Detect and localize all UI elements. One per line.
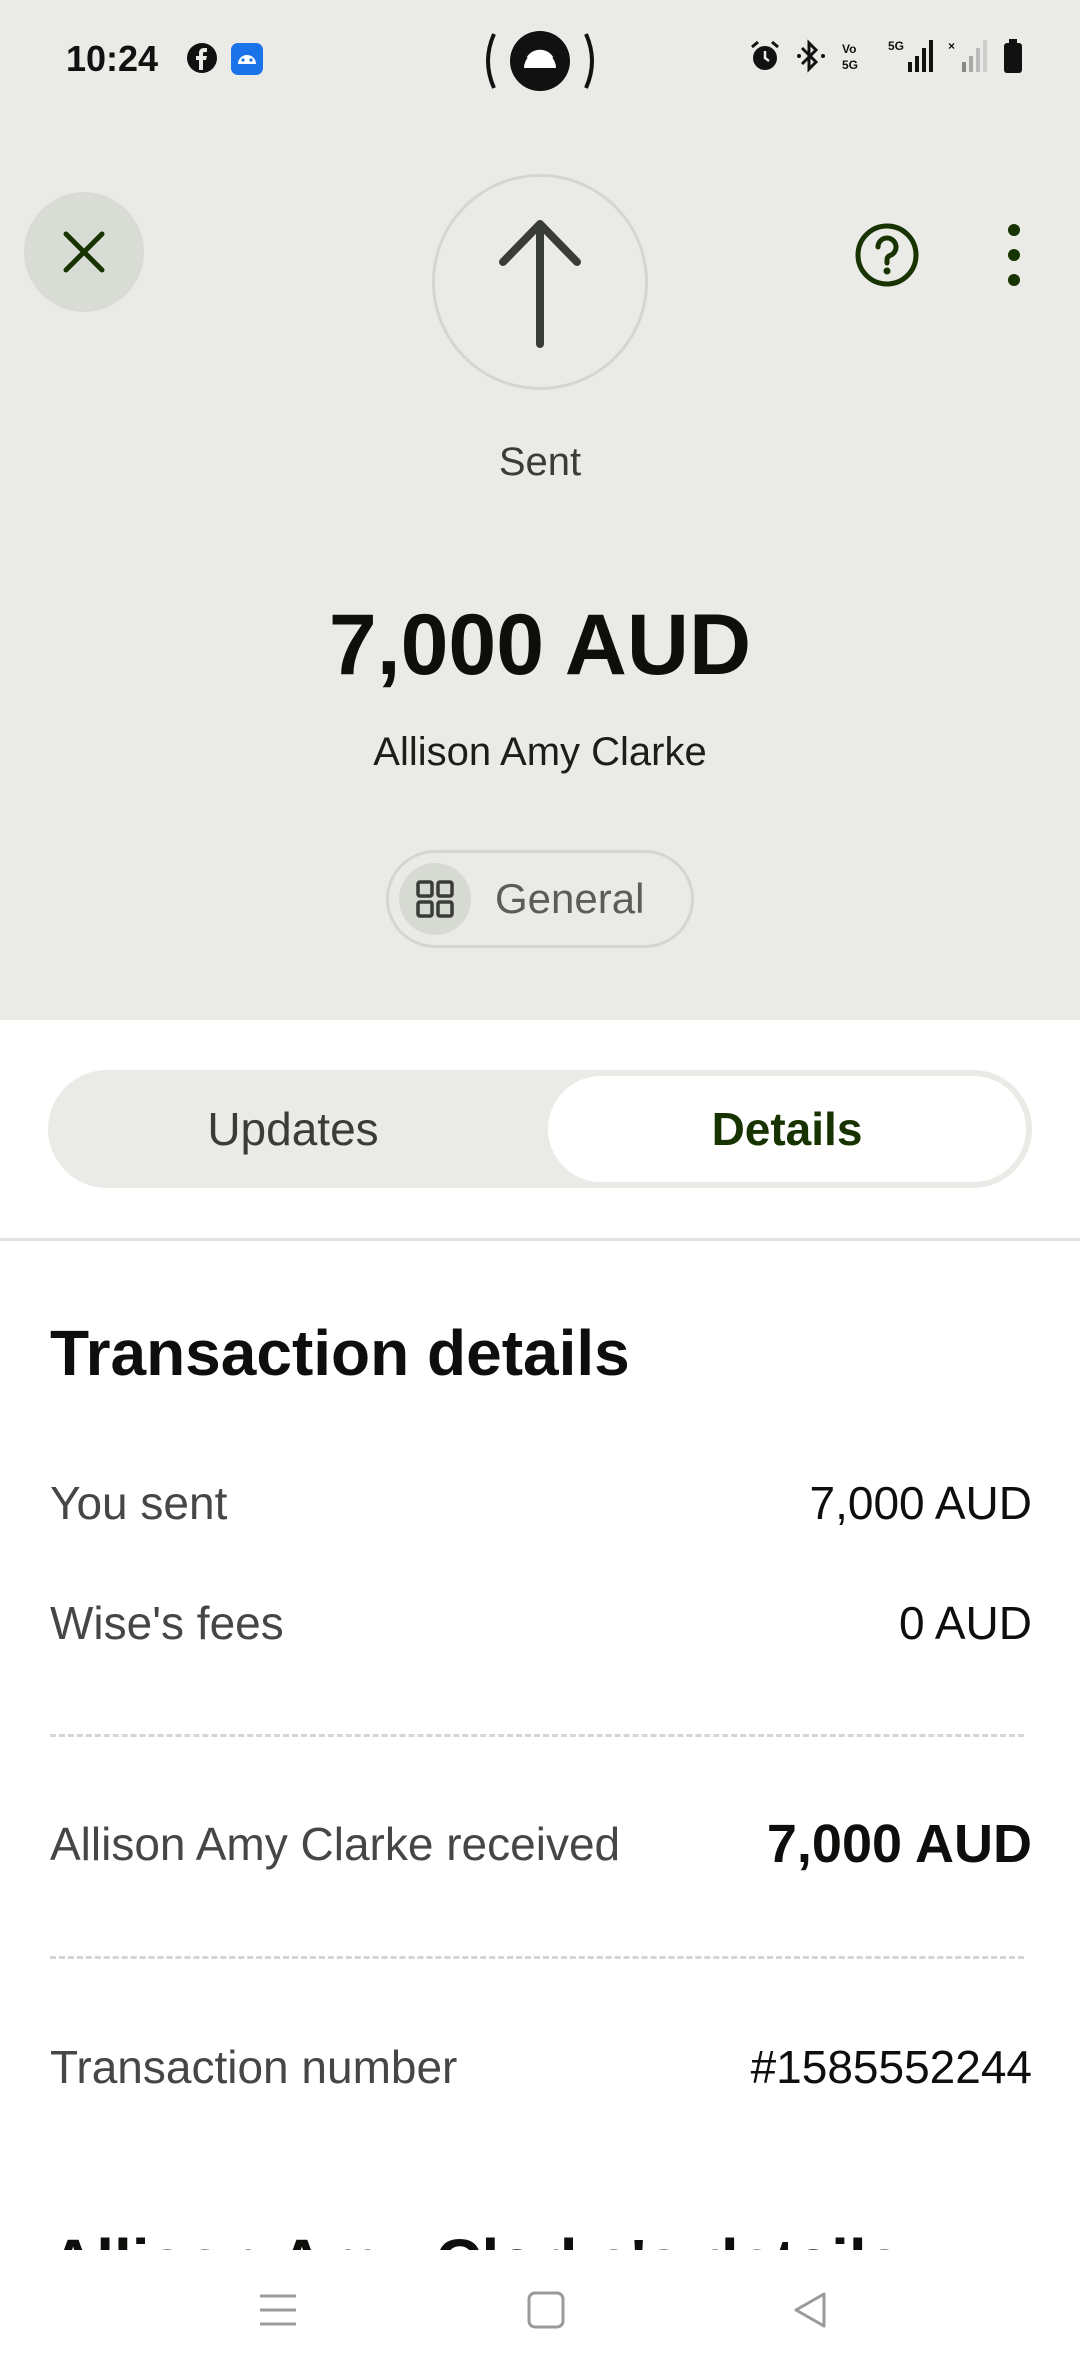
close-button[interactable]: [24, 192, 144, 312]
tab-updates[interactable]: Updates: [54, 1076, 532, 1182]
svg-text:5G: 5G: [842, 58, 858, 72]
tab-details[interactable]: Details: [548, 1076, 1026, 1182]
bluetooth-icon: [797, 39, 825, 73]
5g-signal-icon: 5G: [888, 39, 933, 72]
category-label: General: [495, 875, 645, 922]
svg-text:Vo: Vo: [842, 42, 856, 56]
detail-value: 0 AUD: [899, 1597, 1032, 1649]
tab-switcher: Updates Details: [48, 1070, 1032, 1188]
recipient-name: Allison Amy Clarke: [373, 730, 707, 774]
recipient-details-heading: Allison Amy Clarke's details: [50, 2222, 902, 2250]
facebook-icon: [187, 43, 217, 73]
back-icon[interactable]: [790, 2290, 830, 2330]
svg-text:5G: 5G: [888, 39, 904, 53]
android-app-icon: [231, 43, 263, 75]
status-bar: 10:24 Vo 5G 5G ×: [0, 0, 1080, 118]
status-icons: Vo 5G 5G ×: [748, 38, 1024, 74]
volte-icon: Vo 5G: [842, 42, 858, 72]
signal-icon: ×: [948, 39, 987, 72]
detail-row-transaction-number: Transaction number #1585552244: [50, 2040, 1032, 2094]
arrow-up-icon: [499, 220, 581, 348]
hotspot-icon: [486, 31, 594, 91]
detail-row-you-sent: You sent 7,000 AUD: [50, 1476, 1032, 1530]
detail-label: You sent: [50, 1477, 228, 1529]
dashed-divider: [50, 1734, 1024, 1737]
detail-label: Allison Amy Clarke received: [50, 1818, 621, 1870]
detail-value: 7,000 AUD: [766, 1814, 1032, 1874]
dashed-divider: [50, 1956, 1024, 1959]
status-time: 10:24: [66, 38, 159, 79]
detail-row-fees: Wise's fees 0 AUD: [50, 1596, 1032, 1650]
svg-text:×: ×: [948, 39, 955, 53]
sent-status-icon: [432, 174, 648, 390]
detail-value: 7,000 AUD: [809, 1477, 1032, 1529]
detail-label: Wise's fees: [50, 1597, 284, 1649]
alarm-icon: [751, 40, 779, 70]
detail-value: #1585552244: [750, 2041, 1032, 2093]
battery-icon: [1004, 39, 1022, 73]
home-icon[interactable]: [526, 2290, 566, 2330]
detail-label: Transaction number: [50, 2041, 458, 2093]
close-icon: [63, 231, 105, 273]
divider: [0, 1238, 1080, 1241]
transfer-amount: 7,000 AUD: [328, 597, 752, 693]
section-title: Transaction details: [50, 1317, 630, 1389]
help-icon[interactable]: [854, 222, 920, 288]
more-options-icon[interactable]: [996, 220, 1032, 290]
recent-apps-icon[interactable]: [258, 2290, 298, 2330]
category-chip[interactable]: General: [386, 850, 694, 948]
transfer-status-label: Sent: [498, 440, 582, 484]
grid-icon: [399, 863, 471, 935]
detail-row-received: Allison Amy Clarke received 7,000 AUD: [50, 1814, 1032, 1874]
system-nav-bar: [0, 2254, 1080, 2376]
